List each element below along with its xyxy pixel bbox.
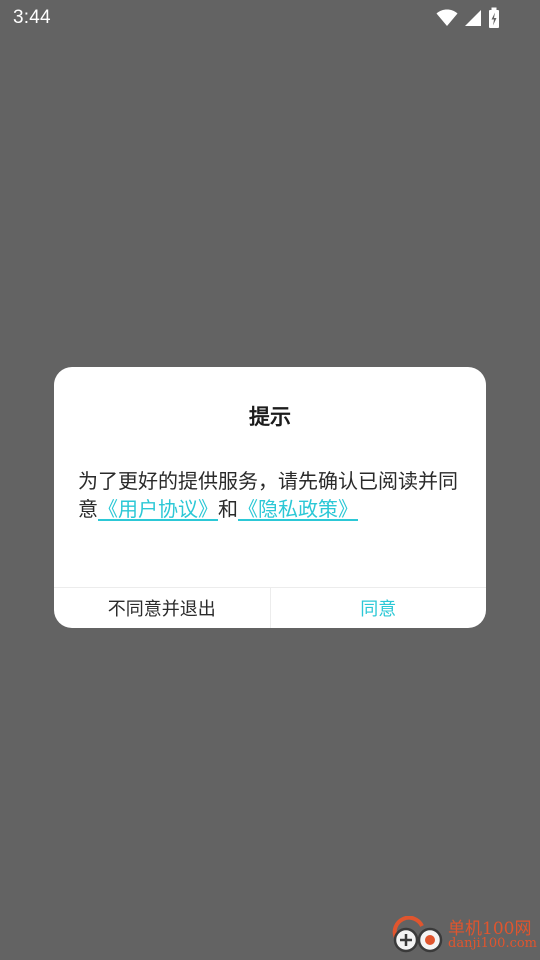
- watermark-logo-icon: [392, 916, 443, 953]
- agree-button[interactable]: 同意: [271, 588, 487, 628]
- wifi-icon: [436, 9, 458, 26]
- dialog-title: 提示: [249, 405, 291, 429]
- status-bar: 3:44: [0, 0, 540, 36]
- user-agreement-link[interactable]: 《用户协议》: [98, 497, 218, 521]
- watermark-url: danji100.com: [448, 936, 538, 951]
- battery-charging-icon: [489, 7, 499, 28]
- dialog-message: 为了更好的提供服务，请先确认已阅读并同意《用户协议》和《隐私政策》: [78, 467, 462, 523]
- status-time: 3:44: [13, 7, 51, 28]
- dialog-footer: 不同意并退出 同意: [54, 587, 486, 628]
- status-icons: [436, 7, 500, 29]
- disagree-exit-button[interactable]: 不同意并退出: [54, 588, 271, 628]
- privacy-dialog: 提示 为了更好的提供服务，请先确认已阅读并同意《用户协议》和《隐私政策》 不同意…: [54, 367, 486, 628]
- privacy-policy-link[interactable]: 《隐私政策》: [238, 497, 358, 521]
- message-and-text: 和: [218, 497, 238, 521]
- cell-signal-icon: [465, 10, 481, 26]
- watermark: 单机100网 danji100.com: [388, 912, 538, 958]
